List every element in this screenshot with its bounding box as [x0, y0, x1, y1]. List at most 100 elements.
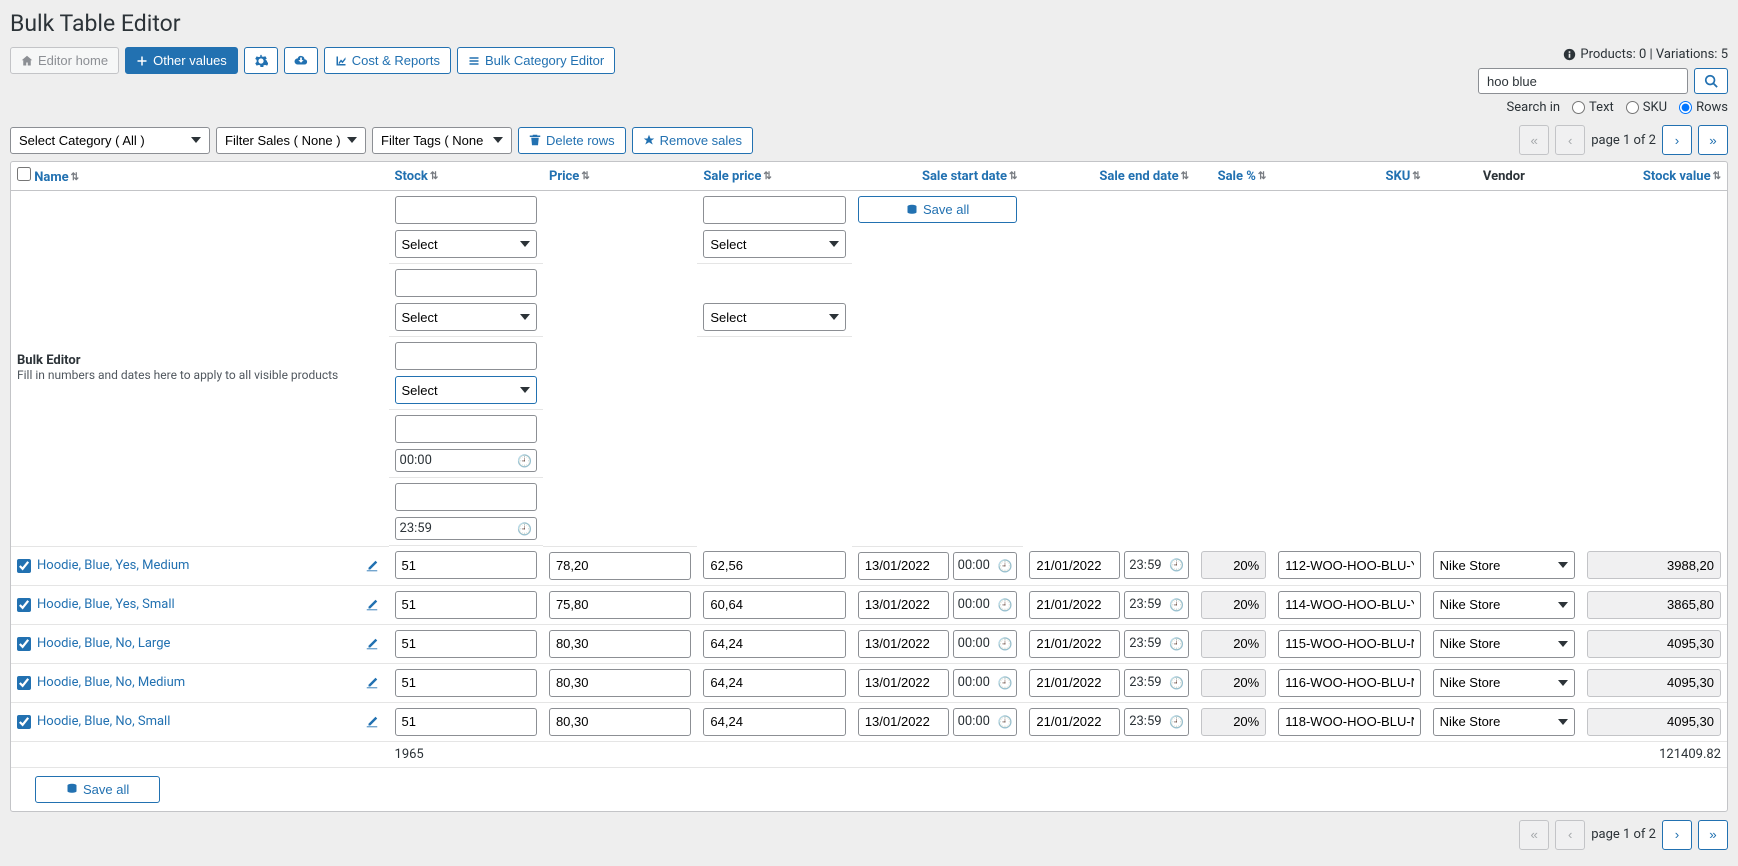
save-all-bottom-button[interactable]: Save all — [35, 776, 160, 803]
sale-input[interactable] — [703, 669, 845, 697]
end-date-input[interactable] — [1029, 669, 1120, 697]
page-last-button[interactable]: » — [1698, 125, 1728, 155]
filter-sales[interactable]: Filter Sales ( None ) — [216, 127, 366, 154]
bulk-sku-select[interactable]: Select — [703, 230, 845, 258]
sku-input[interactable] — [1278, 630, 1420, 658]
start-date-input[interactable] — [858, 708, 949, 736]
sku-input[interactable] — [1278, 669, 1420, 697]
settings-button[interactable] — [244, 47, 278, 74]
price-input[interactable] — [549, 708, 691, 736]
bulk-price-input[interactable] — [395, 269, 537, 297]
vendor-select[interactable]: Nike Store — [1433, 591, 1575, 619]
delete-rows-button[interactable]: Delete rows — [518, 127, 626, 154]
stock-input[interactable] — [395, 708, 537, 736]
col-startdate-sort[interactable]: Sale start date ⇅ — [922, 169, 1017, 184]
bulk-endtime-input[interactable]: 23:59🕘 — [395, 517, 537, 540]
start-time-input[interactable]: 00:00🕘 — [953, 708, 1018, 736]
row-checkbox[interactable] — [17, 676, 31, 690]
start-date-input[interactable] — [858, 630, 949, 658]
col-saleprice-sort[interactable]: Sale price ⇅ — [703, 169, 771, 184]
page-first-button[interactable]: « — [1519, 820, 1549, 850]
edit-icon[interactable] — [365, 597, 379, 612]
end-date-input[interactable] — [1029, 708, 1120, 736]
vendor-select[interactable]: Nike Store — [1433, 551, 1575, 579]
end-date-input[interactable] — [1029, 551, 1120, 579]
sale-input[interactable] — [703, 551, 845, 579]
sku-input[interactable] — [1278, 708, 1420, 736]
product-name-link[interactable]: Hoodie, Blue, No, Small — [37, 714, 170, 729]
bulk-sku-input[interactable] — [703, 196, 845, 224]
bulk-category-button[interactable]: Bulk Category Editor — [457, 47, 615, 74]
stock-input[interactable] — [395, 551, 537, 579]
product-name-link[interactable]: Hoodie, Blue, Yes, Medium — [37, 558, 189, 573]
bulk-sale-select[interactable]: Select — [395, 376, 537, 404]
price-input[interactable] — [549, 669, 691, 697]
end-time-input[interactable]: 23:59🕘 — [1124, 708, 1189, 736]
price-input[interactable] — [549, 552, 691, 580]
row-checkbox[interactable] — [17, 637, 31, 651]
col-salepct-sort[interactable]: Sale % ⇅ — [1218, 169, 1267, 184]
product-name-link[interactable]: Hoodie, Blue, Yes, Small — [37, 597, 175, 612]
download-button[interactable] — [284, 47, 318, 74]
start-date-input[interactable] — [858, 552, 949, 580]
vendor-select[interactable]: Nike Store — [1433, 669, 1575, 697]
col-stockvalue-sort[interactable]: Stock value ⇅ — [1643, 169, 1721, 184]
start-date-input[interactable] — [858, 591, 949, 619]
start-time-input[interactable]: 00:00🕘 — [953, 552, 1018, 580]
stock-input[interactable] — [395, 669, 537, 697]
search-input[interactable] — [1478, 68, 1688, 94]
product-name-link[interactable]: Hoodie, Blue, No, Large — [37, 636, 170, 651]
filter-category[interactable]: Select Category ( All ) — [10, 127, 210, 154]
bulk-vendor-select[interactable]: Select — [703, 303, 845, 331]
end-time-input[interactable]: 23:59🕘 — [1124, 630, 1189, 658]
row-checkbox[interactable] — [17, 598, 31, 612]
bulk-price-select[interactable]: Select — [395, 303, 537, 331]
start-time-input[interactable]: 00:00🕘 — [953, 669, 1018, 697]
end-time-input[interactable]: 23:59🕘 — [1124, 551, 1189, 579]
stock-input[interactable] — [395, 630, 537, 658]
start-time-input[interactable]: 00:00🕘 — [953, 630, 1018, 658]
row-checkbox[interactable] — [17, 559, 31, 573]
page-prev-button[interactable]: ‹ — [1555, 820, 1585, 850]
search-in-rows[interactable]: Rows — [1679, 100, 1728, 115]
bulk-startdate-input[interactable] — [395, 415, 537, 443]
col-enddate-sort[interactable]: Sale end date ⇅ — [1099, 169, 1189, 184]
remove-sales-button[interactable]: Remove sales — [632, 127, 753, 154]
sale-input[interactable] — [703, 591, 845, 619]
page-last-button[interactable]: » — [1698, 820, 1728, 850]
bulk-stock-input[interactable] — [395, 196, 537, 224]
page-prev-button[interactable]: ‹ — [1555, 125, 1585, 155]
bulk-enddate-input[interactable] — [395, 483, 537, 511]
edit-icon[interactable] — [365, 675, 379, 690]
start-time-input[interactable]: 00:00🕘 — [953, 591, 1018, 619]
sale-input[interactable] — [703, 708, 845, 736]
price-input[interactable] — [549, 630, 691, 658]
sale-input[interactable] — [703, 630, 845, 658]
col-price-sort[interactable]: Price ⇅ — [549, 169, 590, 184]
page-next-button[interactable]: › — [1662, 820, 1692, 850]
page-first-button[interactable]: « — [1519, 125, 1549, 155]
col-sku-sort[interactable]: SKU ⇅ — [1385, 169, 1420, 184]
filter-tags[interactable]: Filter Tags ( None ) — [372, 127, 512, 154]
vendor-select[interactable]: Nike Store — [1433, 630, 1575, 658]
other-values-button[interactable]: Other values — [125, 47, 238, 74]
col-name-sort[interactable]: Name ⇅ — [34, 170, 79, 185]
stock-input[interactable] — [395, 591, 537, 619]
price-input[interactable] — [549, 591, 691, 619]
search-button[interactable] — [1694, 68, 1728, 94]
end-time-input[interactable]: 23:59🕘 — [1124, 669, 1189, 697]
page-next-button[interactable]: › — [1662, 125, 1692, 155]
sku-input[interactable] — [1278, 591, 1420, 619]
edit-icon[interactable] — [365, 558, 379, 573]
end-time-input[interactable]: 23:59🕘 — [1124, 591, 1189, 619]
select-all-checkbox[interactable] — [17, 167, 31, 181]
bulk-starttime-input[interactable]: 00:00🕘 — [395, 449, 537, 472]
search-in-sku[interactable]: SKU — [1626, 100, 1667, 115]
end-date-input[interactable] — [1029, 630, 1120, 658]
bulk-stock-select[interactable]: Select — [395, 230, 537, 258]
editor-home-button[interactable]: Editor home — [10, 47, 119, 74]
edit-icon[interactable] — [365, 714, 379, 729]
cost-reports-button[interactable]: Cost & Reports — [324, 47, 451, 74]
bulk-sale-input[interactable] — [395, 342, 537, 370]
sku-input[interactable] — [1278, 551, 1420, 579]
